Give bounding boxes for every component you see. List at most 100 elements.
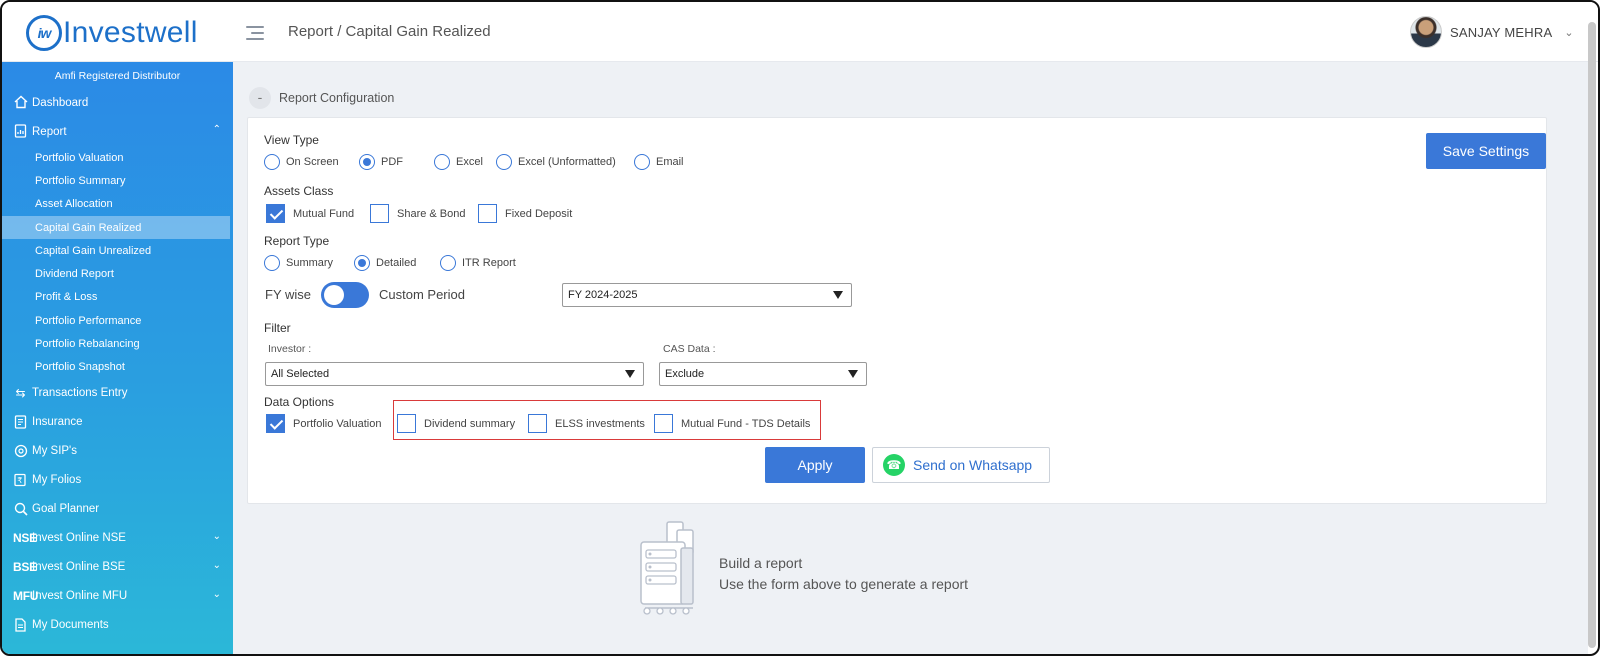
send-whatsapp-button[interactable]: ☎ Send on Whatsapp — [872, 447, 1050, 483]
avatar — [1410, 16, 1442, 48]
main-content: - Report Configuration Save Settings Vie… — [233, 62, 1588, 654]
sidebar-item-label: Invest Online BSE — [32, 561, 126, 574]
sidebar-subitem-capital-gain-realized[interactable]: Capital Gain Realized — [2, 215, 230, 240]
option-label: On Screen — [286, 156, 339, 168]
checkbox-portfolio-valuation[interactable]: Portfolio Valuation — [266, 414, 381, 433]
user-menu[interactable]: SANJAY MEHRA ⌄ — [1410, 16, 1574, 48]
data-options-label: Data Options — [264, 395, 335, 409]
option-label: Excel (Unformatted) — [518, 156, 616, 168]
custom-period-label: Custom Period — [379, 287, 465, 302]
sidebar-item-label: Invest Online MFU — [32, 590, 128, 603]
sidebar-item-goal-planner[interactable]: Goal Planner — [2, 495, 233, 524]
svg-text:₹: ₹ — [17, 476, 22, 485]
checkbox[interactable] — [654, 414, 673, 433]
sidebar-subitem-dividend-report[interactable]: Dividend Report — [2, 262, 233, 285]
investor-select-value: All Selected — [271, 368, 330, 380]
option-label: Portfolio Valuation — [293, 417, 382, 430]
period-toggle[interactable] — [321, 282, 369, 308]
radio-view-excel[interactable]: Excel — [434, 154, 483, 170]
sidebar-item-my-folios[interactable]: ₹ My Folios — [2, 466, 233, 495]
radio-button-selected[interactable] — [359, 154, 375, 170]
report-configuration-header: - Report Configuration — [249, 87, 394, 109]
assets-class-label: Assets Class — [264, 184, 334, 198]
bse-icon: BSE — [13, 559, 37, 574]
checkbox-fixed-deposit[interactable]: Fixed Deposit — [478, 204, 572, 223]
sidebar-item-transactions-entry[interactable]: ⇆ Transactions Entry — [2, 379, 233, 408]
top-header: iw Investwell Report / Capital Gain Real… — [2, 2, 1598, 62]
empty-state-title: Build a report — [719, 555, 803, 571]
option-label: ELSS investments — [555, 417, 645, 430]
filter-label: Filter — [264, 321, 291, 335]
sidebar-item-my-documents[interactable]: My Documents — [2, 611, 233, 640]
apply-button[interactable]: Apply — [765, 447, 865, 483]
report-configuration-title: Report Configuration — [279, 91, 395, 105]
radio-button[interactable] — [496, 154, 512, 170]
option-label: PDF — [381, 156, 403, 168]
checkbox-mf-tds-details[interactable]: Mutual Fund - TDS Details — [654, 414, 810, 433]
radio-report-detailed[interactable]: Detailed — [354, 255, 416, 271]
chevron-down-icon: ⌄ — [212, 559, 221, 571]
radio-button-selected[interactable] — [354, 255, 370, 271]
radio-button[interactable] — [434, 154, 450, 170]
goal-icon — [13, 502, 28, 517]
sidebar-item-invest-online-bse[interactable]: BSE Invest Online BSE ⌄ — [2, 553, 233, 582]
sidebar-distributor-label: Amfi Registered Distributor — [54, 70, 181, 82]
checkbox[interactable] — [528, 414, 547, 433]
radio-view-email[interactable]: Email — [634, 154, 684, 170]
radio-button[interactable] — [634, 154, 650, 170]
fy-wise-label: FY wise — [265, 287, 311, 302]
radio-view-pdf[interactable]: PDF — [359, 154, 403, 170]
sidebar-item-invest-online-nse[interactable]: NSE Invest Online NSE ⌄ — [2, 524, 233, 553]
sidebar-subitem-capital-gain-unrealized[interactable]: Capital Gain Unrealized — [2, 239, 233, 262]
checkbox-checked[interactable] — [266, 414, 285, 433]
view-type-label: View Type — [264, 133, 319, 147]
swap-icon: ⇆ — [15, 385, 26, 400]
checkbox-elss-investments[interactable]: ELSS investments — [528, 414, 645, 433]
vertical-scrollbar[interactable] — [1588, 22, 1596, 648]
option-label: Mutual Fund — [293, 207, 355, 220]
radio-report-itr[interactable]: ITR Report — [440, 255, 516, 271]
checkbox-mutual-fund[interactable]: Mutual Fund — [266, 204, 354, 223]
sidebar-subitem-portfolio-performance[interactable]: Portfolio Performance — [2, 309, 233, 332]
fy-select[interactable]: FY 2024-2025 — [562, 283, 852, 307]
sidebar-item-report[interactable]: Report ⌃ — [2, 117, 233, 146]
checkbox[interactable] — [370, 204, 389, 223]
radio-button[interactable] — [440, 255, 456, 271]
sidebar-item-label: Insurance — [32, 416, 83, 429]
sidebar-item-invest-online-mfu[interactable]: MFU Invest Online MFU ⌄ — [2, 582, 233, 611]
app-window: iw Investwell Report / Capital Gain Real… — [0, 0, 1600, 656]
radio-button[interactable] — [264, 255, 280, 271]
fy-select-value: FY 2024-2025 — [568, 289, 638, 301]
checkbox[interactable] — [478, 204, 497, 223]
sidebar-subitem-portfolio-rebalancing[interactable]: Portfolio Rebalancing — [2, 332, 233, 355]
option-label: Mutual Fund - TDS Details — [681, 417, 811, 430]
collapse-icon[interactable]: - — [249, 87, 271, 109]
logo[interactable]: iw Investwell — [26, 15, 198, 51]
radio-view-on-screen[interactable]: On Screen — [264, 154, 339, 170]
sidebar-subitem-asset-allocation[interactable]: Asset Allocation — [2, 193, 233, 216]
sidebar-subitem-portfolio-valuation[interactable]: Portfolio Valuation — [2, 146, 233, 169]
checkbox-checked[interactable] — [266, 204, 285, 223]
option-label: ITR Report — [462, 257, 516, 269]
menu-toggle-icon[interactable] — [246, 25, 264, 41]
cas-data-label: CAS Data : — [663, 343, 716, 355]
sidebar-subitem-portfolio-summary[interactable]: Portfolio Summary — [2, 169, 233, 192]
sidebar-subitem-portfolio-snapshot[interactable]: Portfolio Snapshot — [2, 356, 233, 379]
chevron-up-icon: ⌃ — [212, 124, 221, 135]
sidebar-item-label: Report — [32, 125, 67, 138]
sidebar-item-insurance[interactable]: Insurance — [2, 408, 233, 437]
sidebar-subitem-profit-loss[interactable]: Profit & Loss — [2, 286, 233, 309]
checkbox-dividend-summary[interactable]: Dividend summary — [397, 414, 515, 433]
radio-view-excel-unformatted[interactable]: Excel (Unformatted) — [496, 154, 616, 170]
sidebar-item-label: My Documents — [32, 619, 109, 632]
dropdown-caret-icon — [833, 291, 843, 299]
radio-report-summary[interactable]: Summary — [264, 255, 333, 271]
save-settings-button[interactable]: Save Settings — [1426, 133, 1546, 169]
sidebar-item-dashboard[interactable]: Dashboard — [2, 88, 233, 117]
radio-button[interactable] — [264, 154, 280, 170]
checkbox[interactable] — [397, 414, 416, 433]
sidebar-item-my-sips[interactable]: My SIP's — [2, 437, 233, 466]
checkbox-share-bond[interactable]: Share & Bond — [370, 204, 466, 223]
investor-select[interactable]: All Selected — [265, 362, 644, 386]
cas-data-select[interactable]: Exclude — [659, 362, 867, 386]
